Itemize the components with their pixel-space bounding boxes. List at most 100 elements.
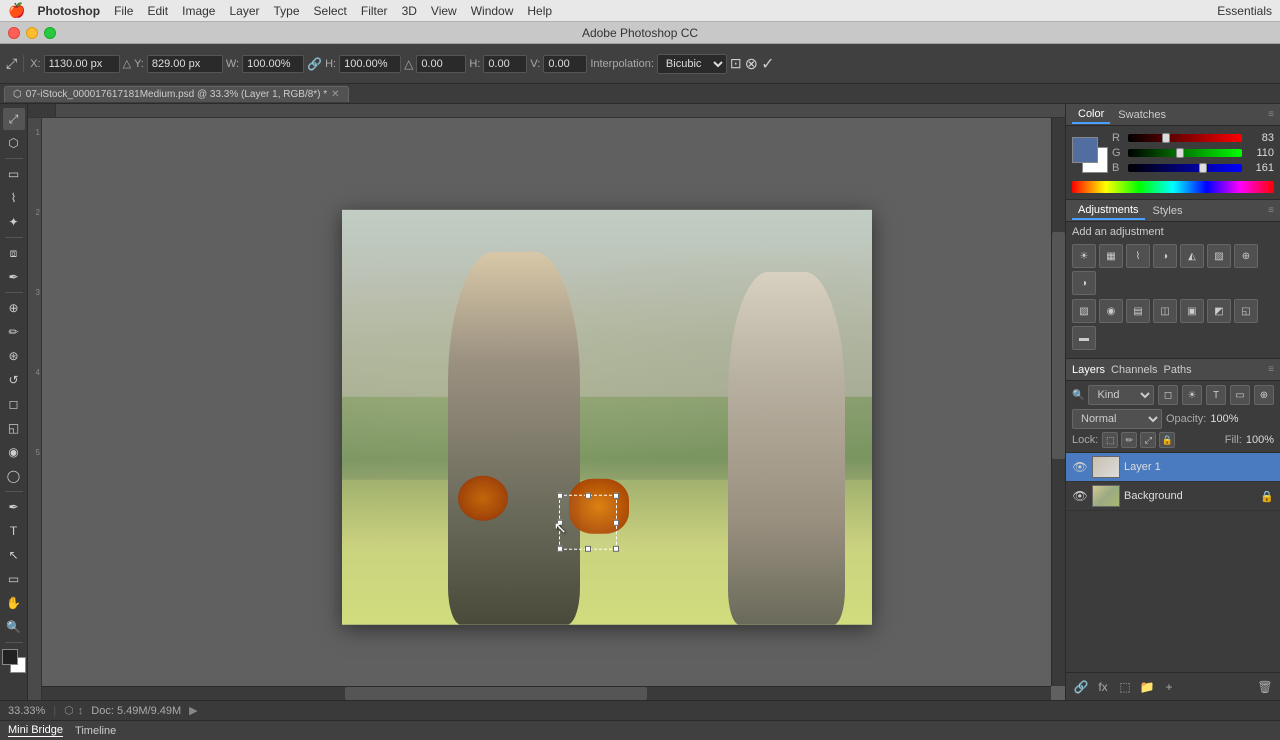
- tab-channels[interactable]: Channels: [1111, 364, 1157, 376]
- interp-select[interactable]: Bicubic: [657, 54, 727, 74]
- hand-tool[interactable]: ✋: [3, 592, 25, 614]
- warp-icon[interactable]: ⊡: [730, 55, 742, 72]
- tab-color[interactable]: Color: [1072, 106, 1110, 124]
- lasso-tool[interactable]: ⌇: [3, 187, 25, 209]
- tab-paths[interactable]: Paths: [1164, 364, 1192, 376]
- brush-tool[interactable]: ✏: [3, 321, 25, 343]
- foreground-background[interactable]: [1072, 137, 1108, 173]
- rot-input[interactable]: [416, 55, 466, 73]
- r-thumb[interactable]: [1162, 133, 1170, 143]
- delete-layer-icon[interactable]: 🗑: [1256, 678, 1274, 696]
- gradient-tool[interactable]: ◱: [3, 417, 25, 439]
- layer-item-2[interactable]: 👁 Background 🔒: [1066, 482, 1280, 511]
- tab-styles[interactable]: Styles: [1147, 203, 1189, 219]
- link-layers-icon[interactable]: 🔗: [1072, 678, 1090, 696]
- color-lookup-icon[interactable]: ▤: [1126, 299, 1150, 323]
- text-tool[interactable]: T: [3, 520, 25, 542]
- brightness-contrast-icon[interactable]: ☀: [1072, 244, 1096, 268]
- color-panel-menu[interactable]: ≡: [1268, 109, 1274, 120]
- menu-select[interactable]: Select: [314, 4, 347, 18]
- v-skew-input[interactable]: [543, 55, 587, 73]
- healing-tool[interactable]: ⊕: [3, 297, 25, 319]
- exposure-icon[interactable]: ◑: [1153, 244, 1177, 268]
- tab-adjustments[interactable]: Adjustments: [1072, 202, 1145, 220]
- add-mask-icon[interactable]: ⬚: [1116, 678, 1134, 696]
- v-scroll-thumb[interactable]: [1052, 232, 1065, 459]
- photo-filter-icon[interactable]: ▧: [1072, 299, 1096, 323]
- y-input[interactable]: [147, 55, 223, 73]
- hue-sat-icon[interactable]: ▨: [1207, 244, 1231, 268]
- app-name[interactable]: Photoshop: [37, 4, 100, 18]
- menu-type[interactable]: Type: [274, 4, 300, 18]
- posterize-icon[interactable]: ▣: [1180, 299, 1204, 323]
- curves-icon[interactable]: ⌇: [1126, 244, 1150, 268]
- doc-nav-icon[interactable]: ⬡: [64, 704, 74, 717]
- horizontal-scrollbar[interactable]: [42, 686, 1051, 700]
- crop-tool[interactable]: ⧈: [3, 242, 25, 264]
- foreground-color[interactable]: [1072, 137, 1098, 163]
- filter-kind-select[interactable]: Kind: [1088, 385, 1154, 405]
- adj-panel-menu[interactable]: ≡: [1268, 205, 1274, 216]
- channel-mixer-icon[interactable]: ◉: [1099, 299, 1123, 323]
- menu-image[interactable]: Image: [182, 4, 215, 18]
- canvas-scroll[interactable]: ↖: [42, 118, 1065, 700]
- new-group-icon[interactable]: 📁: [1138, 678, 1156, 696]
- g-slider[interactable]: [1128, 149, 1242, 157]
- levels-icon[interactable]: ▦: [1099, 244, 1123, 268]
- menu-help[interactable]: Help: [527, 4, 552, 18]
- history-brush-tool[interactable]: ↺: [3, 369, 25, 391]
- handle-top-left[interactable]: [557, 493, 563, 499]
- tab-timeline[interactable]: Timeline: [75, 725, 116, 737]
- link-icon[interactable]: 🔗: [307, 57, 322, 71]
- minimize-button[interactable]: [26, 27, 38, 39]
- tab-swatches[interactable]: Swatches: [1112, 107, 1172, 123]
- color-balance-icon[interactable]: ⊕: [1234, 244, 1258, 268]
- layer-1-visibility[interactable]: 👁: [1072, 459, 1088, 475]
- handle-middle-right[interactable]: [613, 520, 619, 526]
- filter-shape-icon[interactable]: ▭: [1230, 385, 1250, 405]
- color-spectrum[interactable]: [1072, 181, 1274, 193]
- quick-select-tool[interactable]: ✦: [3, 211, 25, 233]
- artboard-tool[interactable]: ⬡: [3, 132, 25, 154]
- maximize-button[interactable]: [44, 27, 56, 39]
- menu-layer[interactable]: Layer: [229, 4, 259, 18]
- vibrance-icon[interactable]: ◭: [1180, 244, 1204, 268]
- add-fx-icon[interactable]: fx: [1094, 678, 1112, 696]
- h-scroll-thumb[interactable]: [345, 687, 648, 700]
- tab-layers[interactable]: Layers: [1072, 364, 1105, 376]
- doc-controls[interactable]: ⬡ ↕: [64, 704, 83, 717]
- menu-edit[interactable]: Edit: [147, 4, 168, 18]
- selective-color-icon[interactable]: ▬: [1072, 326, 1096, 350]
- play-icon[interactable]: ▶: [189, 704, 197, 717]
- handle-top-right[interactable]: [613, 493, 619, 499]
- vertical-scrollbar[interactable]: [1051, 118, 1065, 686]
- tab-close-button[interactable]: ✕: [331, 89, 339, 100]
- dodge-tool[interactable]: ◯: [3, 465, 25, 487]
- handle-bottom-right[interactable]: [613, 546, 619, 552]
- eraser-tool[interactable]: ◻: [3, 393, 25, 415]
- lock-transparent-icon[interactable]: ⬚: [1102, 432, 1118, 448]
- menu-window[interactable]: Window: [471, 4, 514, 18]
- threshold-icon[interactable]: ◩: [1207, 299, 1231, 323]
- pen-tool[interactable]: ✒: [3, 496, 25, 518]
- cancel-transform-icon[interactable]: ⊗: [745, 54, 758, 74]
- stamp-tool[interactable]: ⊛: [3, 345, 25, 367]
- tab-mini-bridge[interactable]: Mini Bridge: [8, 724, 63, 737]
- gradient-map-icon[interactable]: ◱: [1234, 299, 1258, 323]
- document-tab[interactable]: ⬡ 07-iStock_000017617181Medium.psd @ 33.…: [4, 86, 349, 102]
- move-tool[interactable]: ⤢: [3, 108, 25, 130]
- lock-image-icon[interactable]: ✏: [1121, 432, 1137, 448]
- b-slider[interactable]: [1128, 164, 1242, 172]
- path-select-tool[interactable]: ↖: [3, 544, 25, 566]
- b-thumb[interactable]: [1199, 163, 1207, 173]
- menu-file[interactable]: File: [114, 4, 133, 18]
- handle-bottom-left[interactable]: [557, 546, 563, 552]
- lock-position-icon[interactable]: ⤢: [1140, 432, 1156, 448]
- shape-tool[interactable]: ▭: [3, 568, 25, 590]
- marquee-tool[interactable]: ▭: [3, 163, 25, 185]
- apple-menu[interactable]: 🍎: [8, 2, 25, 19]
- menu-filter[interactable]: Filter: [361, 4, 388, 18]
- layers-panel-menu[interactable]: ≡: [1268, 364, 1274, 375]
- color-swatches[interactable]: [2, 649, 26, 673]
- filter-adj-icon[interactable]: ☀: [1182, 385, 1202, 405]
